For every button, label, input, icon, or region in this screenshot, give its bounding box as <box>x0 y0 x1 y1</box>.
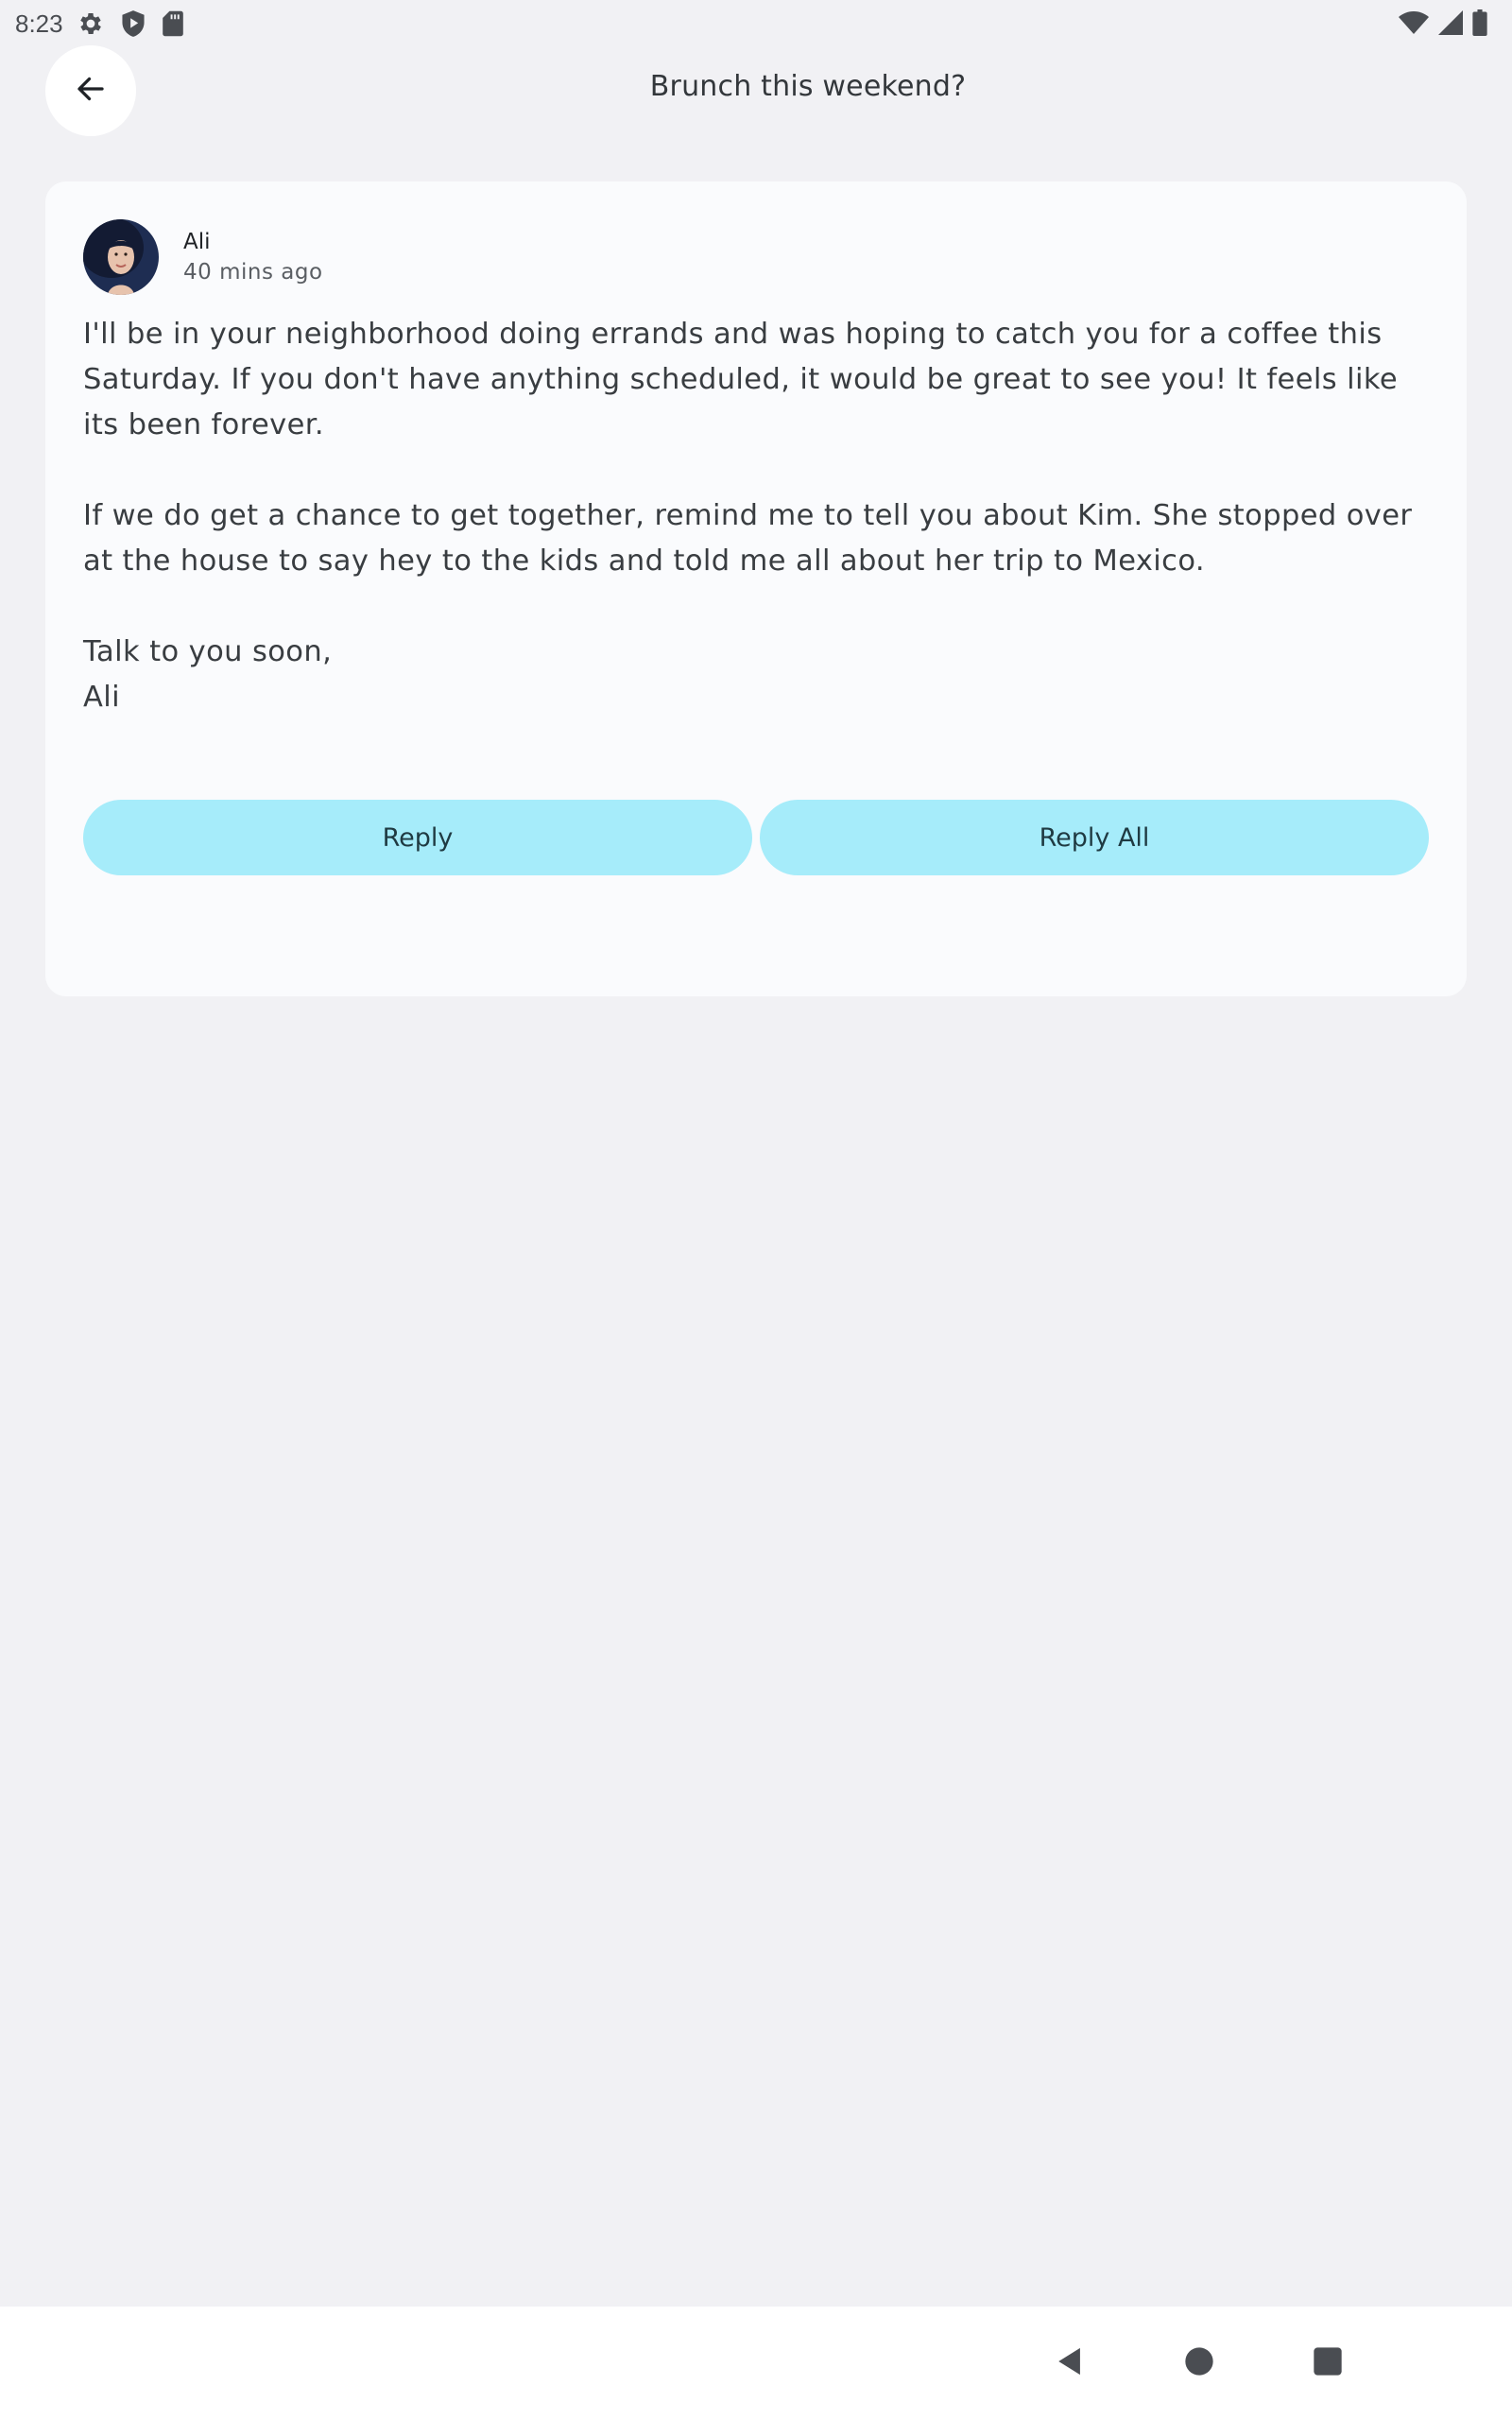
sd-card-icon <box>162 9 184 38</box>
message-body: I'll be in your neighborhood doing erran… <box>83 312 1435 720</box>
reply-all-button[interactable]: Reply All <box>760 800 1429 875</box>
action-buttons: Reply Reply All <box>83 800 1429 875</box>
sent-time: 40 mins ago <box>183 260 323 285</box>
back-triangle-icon <box>1055 2345 1087 2381</box>
wifi-icon <box>1399 9 1429 40</box>
reply-button[interactable]: Reply <box>83 800 752 875</box>
page-title: Brunch this weekend? <box>649 70 967 103</box>
message-paragraph: If we do get a chance to get together, r… <box>83 499 1413 578</box>
sender-name: Ali <box>183 230 211 254</box>
status-bar: 8:23 <box>0 0 1512 47</box>
status-right-icons <box>1399 9 1487 40</box>
sender-meta: Ali 40 mins ago <box>183 227 323 287</box>
sender-row: Ali 40 mins ago <box>83 219 323 295</box>
system-nav-bar <box>0 2307 1512 2420</box>
email-card: Ali 40 mins ago I'll be in your neighbor… <box>45 182 1467 996</box>
signature-line: Ali <box>83 681 121 714</box>
closing-line: Talk to you soon, <box>83 635 333 668</box>
recents-square-icon <box>1313 2346 1343 2380</box>
message-paragraph: I'll be in your neighborhood doing erran… <box>83 318 1399 441</box>
gear-icon <box>77 9 105 38</box>
nav-back-button[interactable] <box>1042 2335 1099 2392</box>
avatar <box>83 219 159 295</box>
status-time: 8:23 <box>15 9 63 38</box>
nav-recents-button[interactable] <box>1299 2335 1356 2392</box>
battery-icon <box>1472 9 1487 40</box>
email-detail-screen: 8:23 Brunch this weekend? Ali 40 mins ag… <box>0 0 1512 2420</box>
shield-play-icon <box>120 9 146 38</box>
message-closing: Talk to you soon, Ali <box>83 630 1435 720</box>
nav-home-button[interactable] <box>1171 2335 1228 2392</box>
signal-icon <box>1438 9 1463 40</box>
home-circle-icon <box>1184 2346 1214 2380</box>
